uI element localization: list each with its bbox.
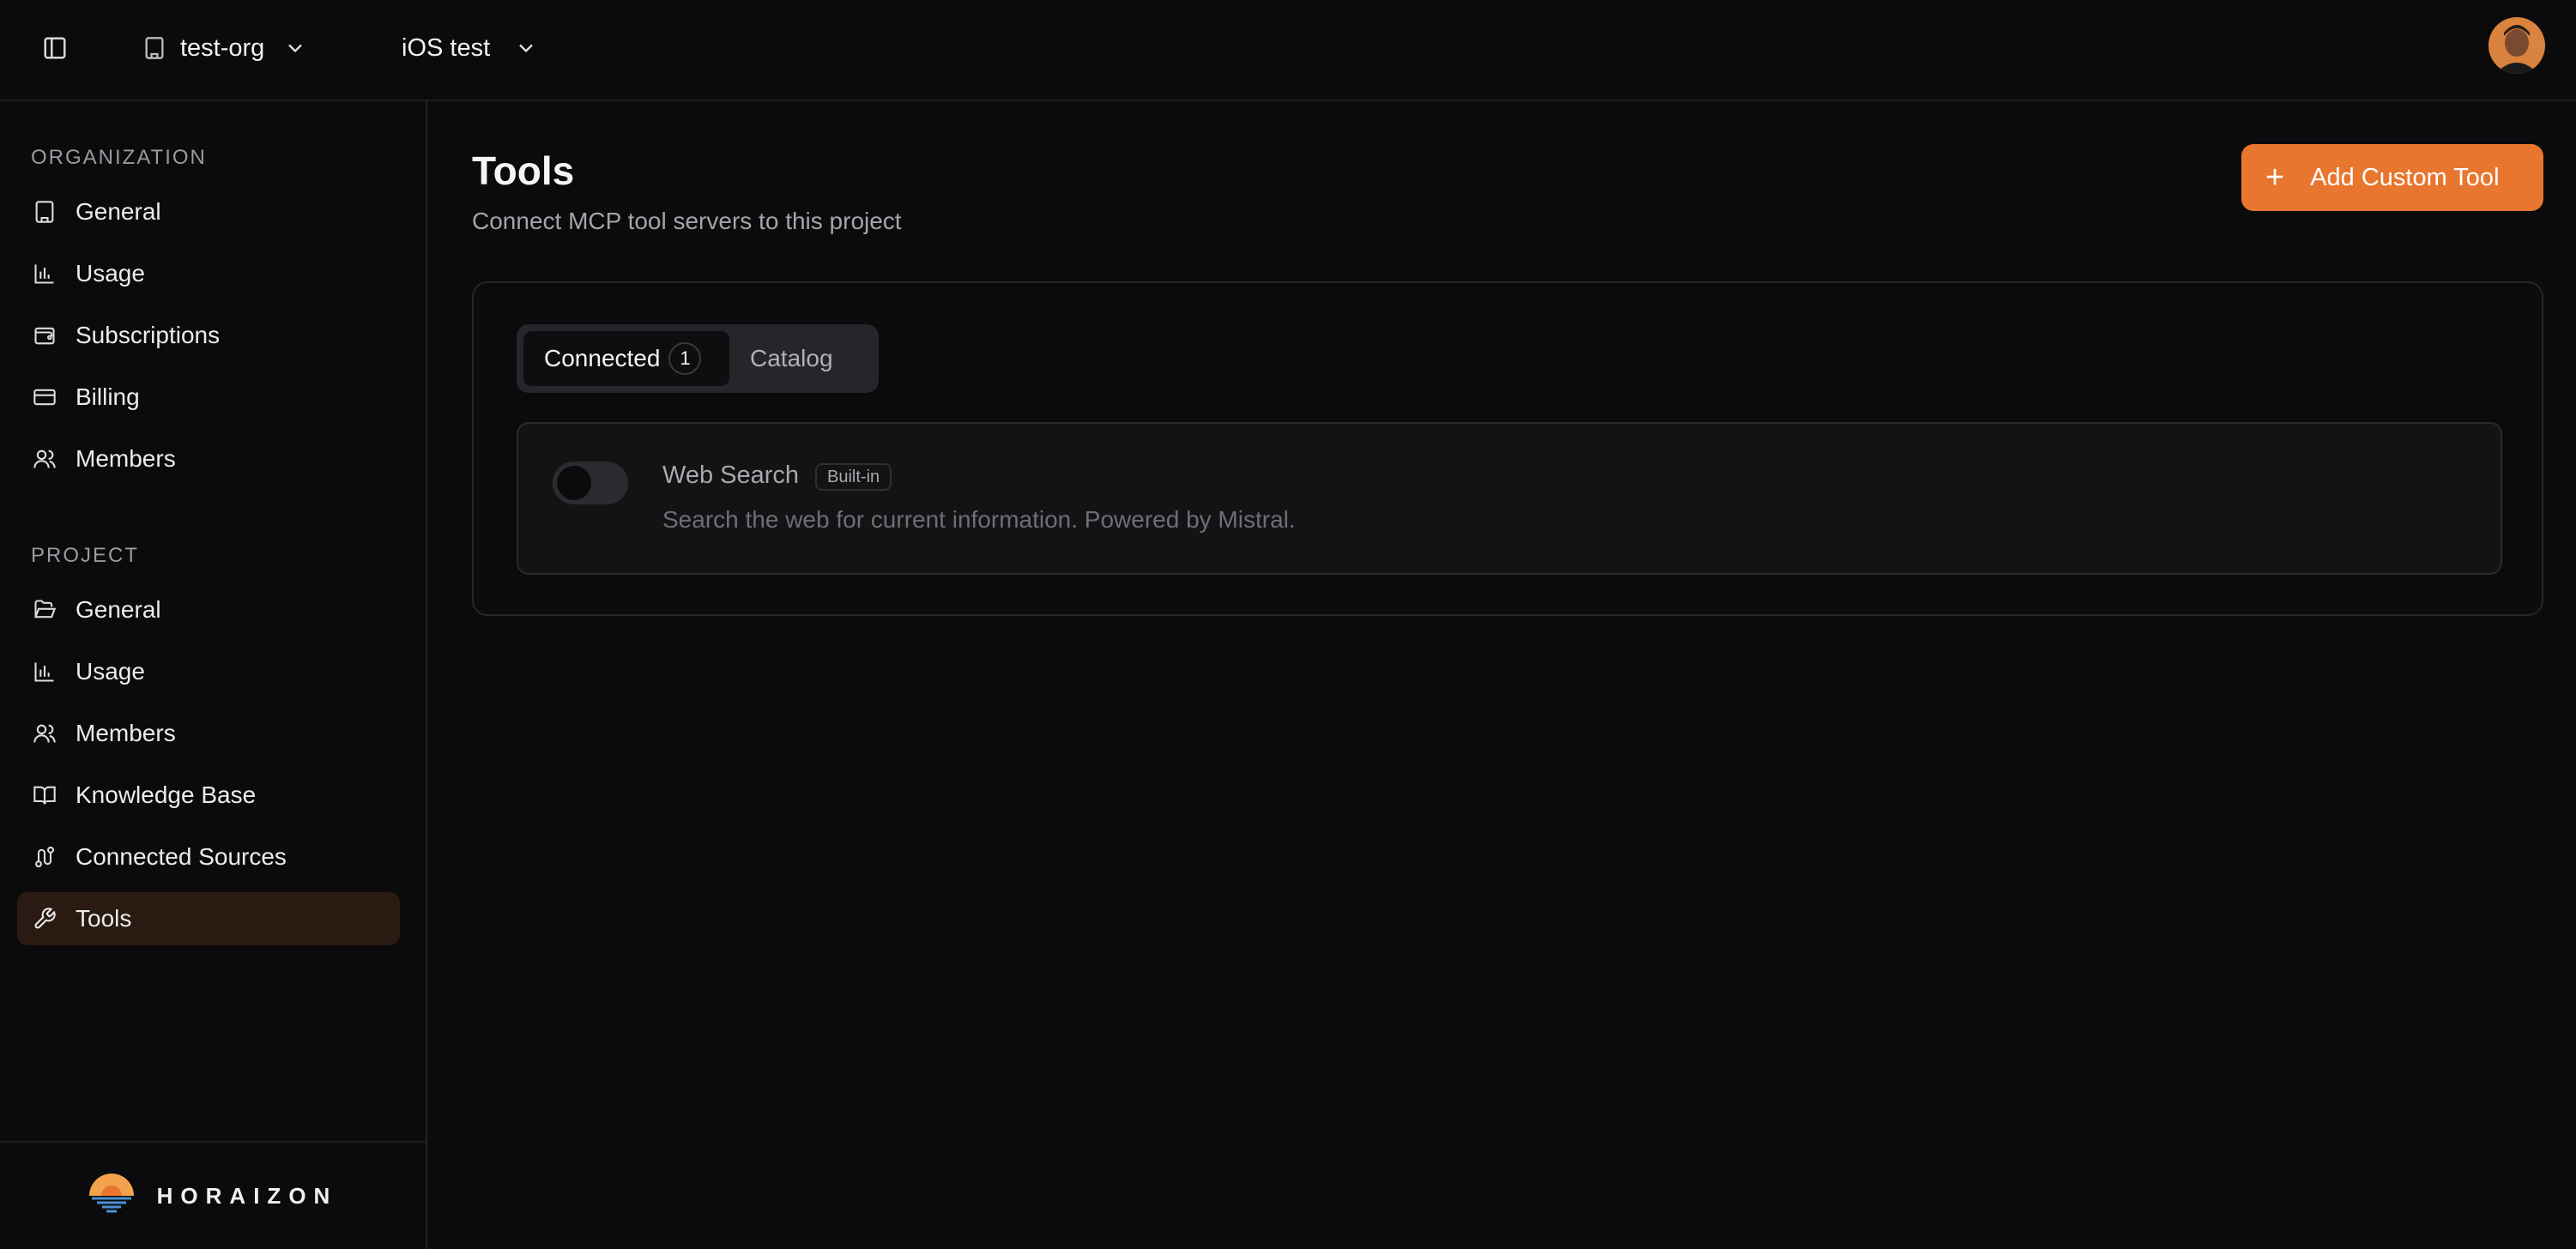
sidebar-item-org-usage[interactable]: Usage	[17, 247, 400, 300]
route-icon	[31, 843, 58, 871]
wrench-icon	[31, 905, 58, 932]
tool-card-web-search: Web Search Built-in Search the web for c…	[517, 422, 2502, 575]
sidebar-item-project-members[interactable]: Members	[17, 707, 400, 760]
sidebar-item-label: Tools	[76, 905, 132, 932]
add-custom-tool-label: Add Custom Tool	[2310, 163, 2500, 191]
bar-chart-icon	[31, 260, 58, 287]
chevron-down-icon	[519, 44, 533, 53]
add-custom-tool-button[interactable]: + Add Custom Tool	[2241, 144, 2543, 211]
connected-count-badge: 1	[668, 342, 702, 375]
built-in-badge: Built-in	[815, 463, 892, 491]
sidebar-item-label: Members	[76, 445, 176, 472]
sidebar-item-label: Knowledge Base	[76, 781, 257, 808]
top-bar: test-org iOS test	[0, 0, 2576, 101]
sidebar-item-label: Usage	[76, 260, 145, 287]
folder-open-icon	[31, 596, 58, 624]
sidebar-item-connected-sources[interactable]: Connected Sources	[17, 830, 400, 884]
project-section-label: PROJECT	[31, 544, 140, 567]
page-subtitle: Connect MCP tool servers to this project	[472, 208, 902, 234]
sidebar-footer: HORAIZON	[0, 1141, 426, 1249]
tab-catalog[interactable]: Catalog	[750, 331, 833, 386]
project-switcher-label: iOS test	[402, 33, 491, 62]
chevron-down-icon	[288, 44, 303, 53]
project-switcher[interactable]: iOS test	[402, 26, 538, 70]
plus-icon: +	[2265, 160, 2285, 196]
sidebar-item-knowledge-base[interactable]: Knowledge Base	[17, 769, 400, 822]
panel-left-icon	[44, 37, 66, 59]
building-icon	[31, 198, 58, 226]
org-switcher-label: test-org	[180, 33, 265, 62]
credit-card-icon	[31, 383, 58, 411]
tab-label: Catalog	[750, 345, 833, 371]
sidebar-item-project-general[interactable]: General	[17, 583, 400, 637]
sidebar-item-org-general[interactable]: General	[17, 185, 400, 238]
organization-section-label: ORGANIZATION	[31, 146, 207, 169]
sidebar-item-label: Subscriptions	[76, 322, 221, 348]
building-icon	[145, 37, 164, 59]
sidebar-item-billing[interactable]: Billing	[17, 371, 400, 424]
tool-name: Web Search	[662, 462, 800, 489]
sidebar-item-project-usage[interactable]: Usage	[17, 645, 400, 698]
tab-connected[interactable]: Connected 1	[523, 331, 729, 386]
bar-chart-icon	[31, 658, 58, 685]
users-icon	[31, 445, 58, 473]
sidebar: ORGANIZATION General Usage Subscriptions…	[0, 101, 427, 1249]
page-title: Tools	[472, 148, 575, 193]
users-icon	[31, 720, 58, 747]
sidebar-toggle-button[interactable]	[38, 31, 72, 65]
web-search-toggle[interactable]	[553, 462, 628, 504]
toggle-knob	[557, 466, 591, 500]
horaizon-logo-icon	[88, 1174, 134, 1218]
sidebar-item-org-members[interactable]: Members	[17, 432, 400, 486]
sidebar-item-label: General	[76, 596, 161, 623]
sidebar-item-label: Usage	[76, 658, 145, 685]
sidebar-item-label: Members	[76, 720, 176, 746]
sidebar-item-label: General	[76, 198, 161, 225]
sidebar-item-tools[interactable]: Tools	[17, 892, 400, 945]
sidebar-item-subscriptions[interactable]: Subscriptions	[17, 309, 400, 362]
tab-label: Connected	[544, 345, 661, 371]
wallet-icon	[31, 322, 58, 349]
user-avatar[interactable]	[2488, 17, 2545, 74]
org-switcher[interactable]: test-org	[142, 26, 307, 70]
tools-panel: Connected 1 Catalog Web Search Built-in …	[472, 281, 2543, 616]
sidebar-item-label: Billing	[76, 383, 140, 410]
brand-name: HORAIZON	[156, 1182, 338, 1209]
avatar-image	[2488, 17, 2545, 74]
tool-description: Search the web for current information. …	[662, 506, 1296, 533]
book-open-icon	[31, 781, 58, 809]
tools-tabs: Connected 1 Catalog	[517, 324, 879, 393]
sidebar-item-label: Connected Sources	[76, 843, 287, 870]
